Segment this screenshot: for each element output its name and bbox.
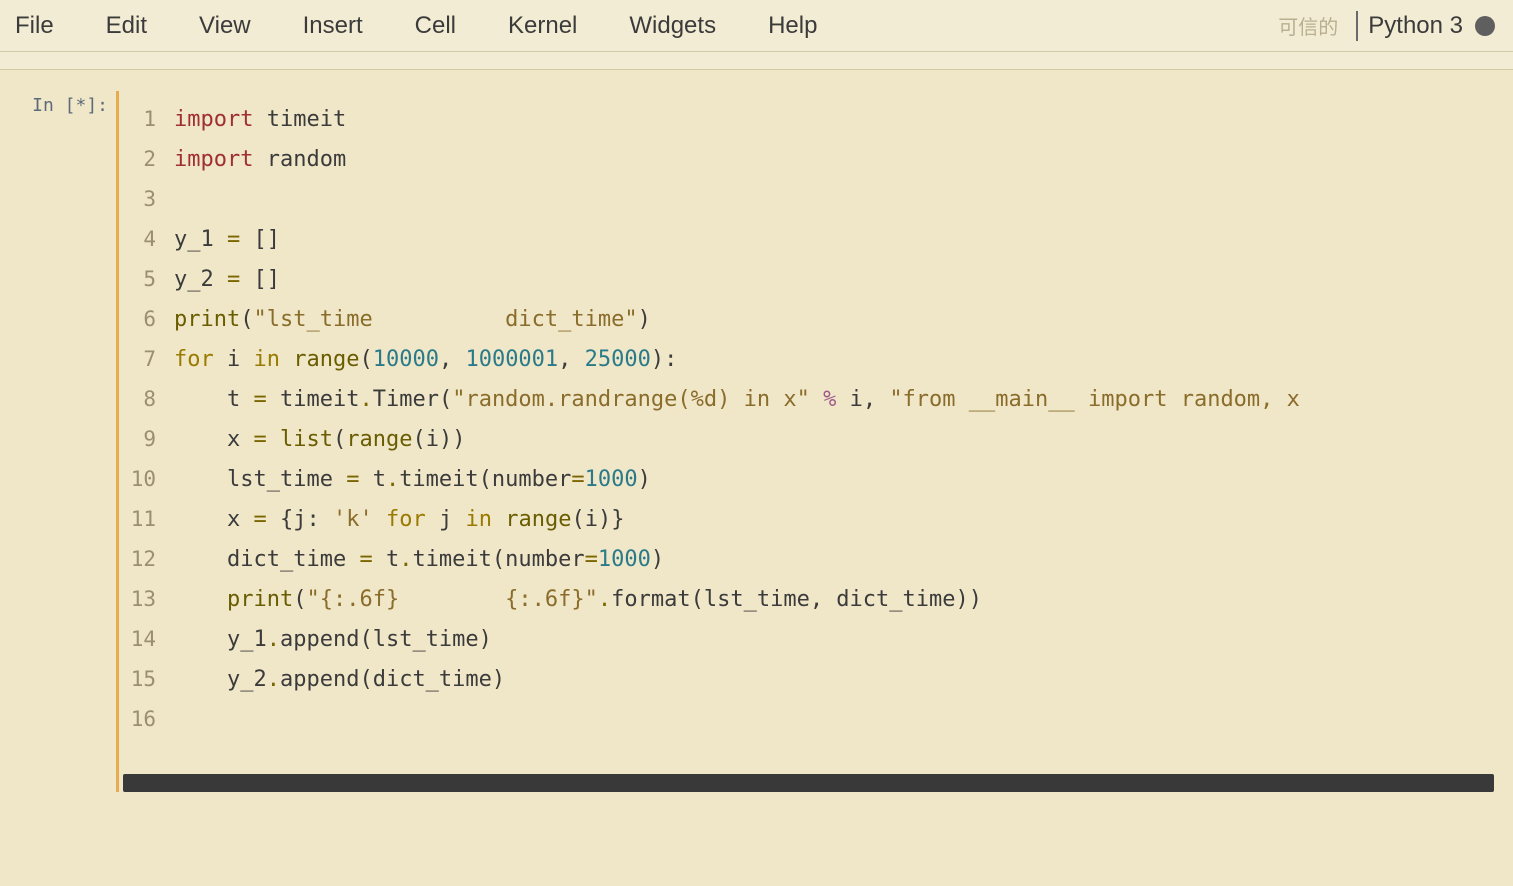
code-content[interactable]: y_2 = [] bbox=[174, 260, 1502, 300]
line-number: 10 bbox=[119, 459, 174, 499]
line-number: 9 bbox=[119, 419, 174, 459]
code-line[interactable]: 16 bbox=[119, 699, 1502, 739]
menubar-right: 可信的 Python 3 bbox=[1278, 11, 1513, 41]
line-number: 6 bbox=[119, 299, 174, 339]
menu-kernel[interactable]: Kernel bbox=[508, 12, 577, 40]
trusted-indicator[interactable]: 可信的 bbox=[1278, 11, 1338, 40]
line-number: 1 bbox=[119, 99, 174, 139]
code-content[interactable]: for i in range(10000, 1000001, 25000): bbox=[174, 340, 1502, 380]
menu-view[interactable]: View bbox=[199, 12, 251, 40]
code-line[interactable]: 5y_2 = [] bbox=[119, 259, 1502, 299]
toolbar bbox=[0, 52, 1513, 70]
separator bbox=[1356, 11, 1358, 41]
code-line[interactable]: 14 y_1.append(lst_time) bbox=[119, 619, 1502, 659]
menu-widgets[interactable]: Widgets bbox=[629, 12, 716, 40]
input-area[interactable]: 1import timeit2import random34y_1 = []5y… bbox=[116, 91, 1502, 792]
code-line[interactable]: 6print("lst_time dict_time") bbox=[119, 299, 1502, 339]
menu-edit[interactable]: Edit bbox=[106, 12, 147, 40]
code-line[interactable]: 3 bbox=[119, 179, 1502, 219]
code-line[interactable]: 4y_1 = [] bbox=[119, 219, 1502, 259]
line-number: 3 bbox=[119, 179, 174, 219]
code-line[interactable]: 12 dict_time = t.timeit(number=1000) bbox=[119, 539, 1502, 579]
line-number: 4 bbox=[119, 219, 174, 259]
horizontal-scrollbar[interactable] bbox=[123, 774, 1494, 792]
line-number: 16 bbox=[119, 699, 174, 739]
notebook-container: In [*]: 1import timeit2import random34y_… bbox=[0, 70, 1513, 793]
line-number: 13 bbox=[119, 579, 174, 619]
line-number: 5 bbox=[119, 259, 174, 299]
kernel-name[interactable]: Python 3 bbox=[1368, 12, 1463, 40]
code-content[interactable]: print("lst_time dict_time") bbox=[174, 300, 1502, 340]
line-number: 8 bbox=[119, 379, 174, 419]
line-number: 11 bbox=[119, 499, 174, 539]
line-number: 12 bbox=[119, 539, 174, 579]
menu-help[interactable]: Help bbox=[768, 12, 817, 40]
code-line[interactable]: 8 t = timeit.Timer("random.randrange(%d)… bbox=[119, 379, 1502, 419]
code-editor[interactable]: 1import timeit2import random34y_1 = []5y… bbox=[119, 91, 1502, 774]
code-line[interactable]: 1import timeit bbox=[119, 99, 1502, 139]
code-content[interactable]: lst_time = t.timeit(number=1000) bbox=[174, 460, 1502, 500]
menu-insert[interactable]: Insert bbox=[303, 12, 363, 40]
code-content[interactable]: t = timeit.Timer("random.randrange(%d) i… bbox=[174, 380, 1502, 420]
code-content[interactable]: import timeit bbox=[174, 100, 1502, 140]
code-line[interactable]: 11 x = {j: 'k' for j in range(i)} bbox=[119, 499, 1502, 539]
line-number: 15 bbox=[119, 659, 174, 699]
code-content[interactable]: dict_time = t.timeit(number=1000) bbox=[174, 540, 1502, 580]
code-content[interactable]: print("{:.6f} {:.6f}".format(lst_time, d… bbox=[174, 580, 1502, 620]
line-number: 2 bbox=[119, 139, 174, 179]
code-line[interactable]: 2import random bbox=[119, 139, 1502, 179]
code-line[interactable]: 13 print("{:.6f} {:.6f}".format(lst_time… bbox=[119, 579, 1502, 619]
code-cell[interactable]: In [*]: 1import timeit2import random34y_… bbox=[10, 90, 1503, 793]
line-number: 7 bbox=[119, 339, 174, 379]
code-line[interactable]: 15 y_2.append(dict_time) bbox=[119, 659, 1502, 699]
kernel-busy-icon[interactable] bbox=[1475, 16, 1495, 36]
menu-cell[interactable]: Cell bbox=[415, 12, 456, 40]
input-prompt: In [*]: bbox=[11, 91, 116, 792]
line-number: 14 bbox=[119, 619, 174, 659]
code-line[interactable]: 7for i in range(10000, 1000001, 25000): bbox=[119, 339, 1502, 379]
code-content[interactable]: y_1.append(lst_time) bbox=[174, 620, 1502, 660]
code-content[interactable]: import random bbox=[174, 140, 1502, 180]
code-line[interactable]: 9 x = list(range(i)) bbox=[119, 419, 1502, 459]
code-content[interactable]: y_1 = [] bbox=[174, 220, 1502, 260]
code-content[interactable]: y_2.append(dict_time) bbox=[174, 660, 1502, 700]
code-content[interactable]: x = {j: 'k' for j in range(i)} bbox=[174, 500, 1502, 540]
menu-file[interactable]: File bbox=[15, 12, 54, 40]
code-line[interactable]: 10 lst_time = t.timeit(number=1000) bbox=[119, 459, 1502, 499]
menubar: File Edit View Insert Cell Kernel Widget… bbox=[0, 0, 1513, 52]
code-content[interactable]: x = list(range(i)) bbox=[174, 420, 1502, 460]
